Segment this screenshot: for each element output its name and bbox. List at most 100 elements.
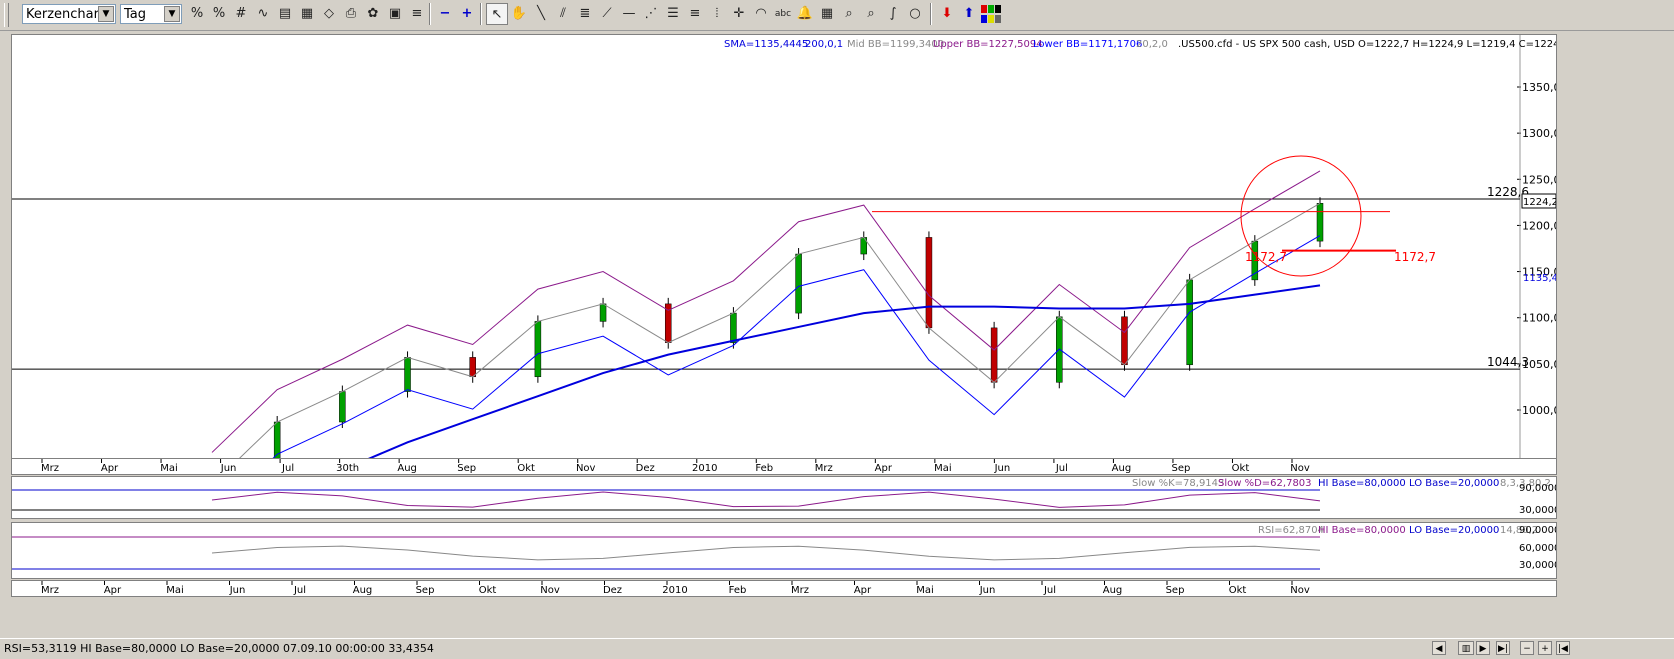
bb-lower-line: [272, 235, 1321, 458]
grid-icon[interactable]: #: [230, 3, 252, 25]
chart-window-icon[interactable]: ▤: [274, 3, 296, 25]
crosshair-icon[interactable]: ✛: [728, 3, 750, 25]
horizontal-line-icon[interactable]: —: [618, 3, 640, 25]
rsi-legend-value: RSI=62,8704: [1258, 525, 1324, 536]
candle-body: [990, 327, 998, 383]
retracement-icon[interactable]: ≡: [684, 3, 706, 25]
toolbar-separator: [930, 3, 932, 25]
sell-arrow-icon[interactable]: ⬇: [936, 3, 958, 25]
parallel-lines-icon[interactable]: ⫽: [552, 3, 574, 25]
arc-icon[interactable]: ◠: [750, 3, 772, 25]
fan-icon[interactable]: ⋰: [640, 3, 662, 25]
status-bar: RSI=53,3119 HI Base=80,0000 LO Base=20,0…: [0, 638, 1674, 659]
percent-change-icon[interactable]: %: [208, 3, 230, 25]
date-label: Dez: [603, 585, 622, 596]
candle-body: [1186, 279, 1193, 366]
date-label: Nov: [540, 585, 560, 596]
legend-sma-params: 200,0,1: [805, 39, 843, 50]
stoch-legend-k: Slow %K=78,9143: [1132, 478, 1224, 489]
zoom-in-button[interactable]: +: [1538, 641, 1552, 655]
ellipse-icon[interactable]: ○: [904, 3, 926, 25]
legend-sma: SMA=1135,4445: [724, 39, 808, 50]
date-label: Sep: [457, 463, 476, 474]
color-palette-icon[interactable]: [980, 3, 1002, 25]
support-label-left: 1172,7: [1245, 250, 1287, 264]
candle-body: [599, 303, 607, 322]
hline-lower-label: 1044,3: [1487, 355, 1529, 369]
chevron-down-icon[interactable]: ▼: [98, 6, 114, 22]
stochastic-chart[interactable]: Slow %K=78,9143 Slow %D=62,7803 HI Base=…: [12, 477, 1560, 518]
support-label-right: 1172,7: [1394, 250, 1436, 264]
stochastic-panel[interactable]: Slow %K=78,9143 Slow %D=62,7803 HI Base=…: [11, 476, 1560, 519]
buy-arrow-icon[interactable]: ⬆: [958, 3, 980, 25]
price-chart[interactable]: 1350,01300,01250,01200,01150,01100,01050…: [12, 35, 1556, 458]
image-icon[interactable]: ▦: [296, 3, 318, 25]
scroll-end-button[interactable]: ▶|: [1496, 641, 1510, 655]
price-tick-label: 1300,0: [1522, 127, 1556, 140]
magnifier-minus-icon[interactable]: ⌕: [860, 3, 882, 25]
palette-icon[interactable]: ✿: [362, 3, 384, 25]
calculator-icon[interactable]: ▦: [816, 3, 838, 25]
zoom-out-button[interactable]: −: [1520, 641, 1534, 655]
candle-body: [339, 391, 346, 423]
rsi-chart[interactable]: RSI=62,8704 HI Base=80,0000 LO Base=20,0…: [12, 523, 1560, 578]
price-series: [12, 155, 1520, 458]
date-label: Jun: [229, 585, 246, 596]
legend-bb-params: 20,2,0: [1136, 39, 1168, 50]
interval-select[interactable]: Tag ▼: [120, 4, 182, 24]
ray-icon[interactable]: ⟋: [596, 3, 618, 25]
alarm-bell-icon[interactable]: 🔔: [794, 3, 816, 25]
scroll-left-button[interactable]: ◀: [1432, 641, 1446, 655]
print-icon[interactable]: ⎙: [340, 3, 362, 25]
scroll-thumb[interactable]: ▥: [1458, 641, 1474, 655]
date-axis-top: Mrz Apr Mai Jun Jul 30th Aug Sep Okt Nov Dez 2010 Fe…: [41, 459, 1310, 474]
date-label: Feb: [729, 585, 747, 596]
date-label: 30th: [336, 463, 359, 474]
date-label: Jun: [994, 463, 1011, 474]
zoom-in-icon[interactable]: +: [456, 3, 478, 25]
date-label: Okt: [479, 585, 497, 596]
date-label: Apr: [104, 585, 122, 596]
legend-upper-bb: Upper BB=1227,5094: [933, 39, 1043, 50]
rsi-legend-lo: LO Base=20,0000: [1409, 525, 1499, 536]
channel-icon[interactable]: ≣: [574, 3, 596, 25]
date-label: Mai: [160, 463, 178, 474]
date-label: Sep: [1172, 463, 1191, 474]
candle-body: [273, 421, 281, 458]
date-axis-bottom-panel: Mrz Apr Mai Jun Jul Aug Sep Okt Nov Dez 2010 Feb Mrz…: [11, 580, 1557, 597]
price-grid: 1350,01300,01250,01200,01150,01100,01050…: [1517, 35, 1556, 458]
date-label: Mrz: [815, 463, 833, 474]
rsi-legend-hi: HI Base=80,0000: [1318, 525, 1406, 536]
chevron-down-icon[interactable]: ▼: [164, 6, 180, 22]
zoom-out-icon[interactable]: −: [434, 3, 456, 25]
percent-icon[interactable]: %: [186, 3, 208, 25]
interval-value: Tag: [124, 7, 147, 22]
date-label: Nov: [1290, 585, 1310, 596]
legend-instrument: .US500.cfd - US SPX 500 cash, USD O=1222…: [1178, 39, 1556, 50]
back-to-start-button[interactable]: |◀: [1556, 641, 1570, 655]
hand-icon[interactable]: ✋: [508, 3, 530, 25]
pointer-icon[interactable]: ↖: [486, 3, 508, 25]
curve-icon[interactable]: ∫: [882, 3, 904, 25]
date-label: Okt: [1232, 463, 1250, 474]
scroll-right-button[interactable]: ▶: [1476, 641, 1490, 655]
trendline-icon[interactable]: ╲: [530, 3, 552, 25]
chart-type-select[interactable]: Kerzenchart ▼: [22, 4, 116, 24]
toolbar-separator: [480, 3, 482, 25]
date-label: Apr: [875, 463, 893, 474]
candle-body: [1316, 203, 1324, 242]
candle-body: [730, 312, 737, 343]
rsi-panel[interactable]: RSI=62,8704 HI Base=80,0000 LO Base=20,0…: [11, 522, 1560, 579]
sliders-icon[interactable]: ≡: [406, 3, 428, 25]
magnifier-icon[interactable]: ⌕: [838, 3, 860, 25]
eraser-icon[interactable]: ◇: [318, 3, 340, 25]
candle-body: [925, 237, 933, 329]
date-label: Aug: [1112, 463, 1132, 474]
settings-icon[interactable]: ▣: [384, 3, 406, 25]
text-tool-icon[interactable]: abc: [772, 3, 794, 25]
indicator-icon[interactable]: ∿: [252, 3, 274, 25]
price-chart-panel[interactable]: 1350,01300,01250,01200,01150,01100,01050…: [11, 34, 1557, 459]
fibonacci-icon[interactable]: ☰: [662, 3, 684, 25]
vertical-lines-icon[interactable]: ⦙: [706, 3, 728, 25]
toolbar-grip[interactable]: [4, 3, 9, 27]
